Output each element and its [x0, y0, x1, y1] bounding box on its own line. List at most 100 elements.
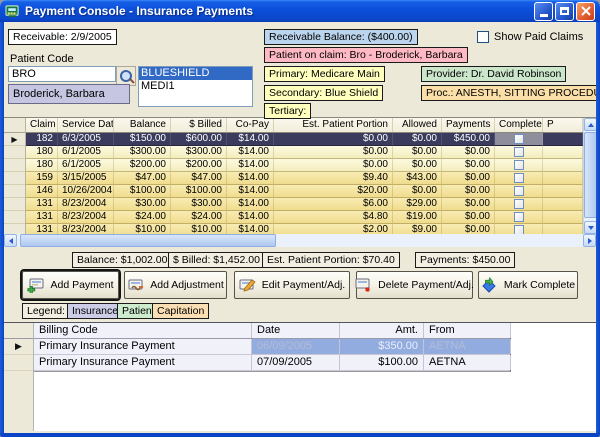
claims-cell: [543, 198, 583, 211]
claims-row-selector-column: ▶: [4, 118, 26, 234]
complete-checkbox[interactable]: [514, 134, 524, 144]
complete-cell: [495, 146, 543, 159]
claims-cell: $19.00: [393, 211, 442, 224]
horizontal-scroll-thumb[interactable]: [20, 234, 276, 247]
claims-cell: $0.00: [442, 172, 495, 185]
payments-column-header[interactable]: Date: [252, 323, 340, 338]
claims-row[interactable]: 1318/23/2004$10.00$10.00$14.00$2.00$9.00…: [26, 224, 583, 234]
complete-cell: [495, 133, 543, 146]
delete-payment-label: Delete Payment/Adj.: [378, 279, 474, 291]
claims-column-header[interactable]: Claim #: [26, 118, 58, 132]
claims-column-header[interactable]: Complete: [495, 118, 543, 132]
legend-label: Legend:: [22, 303, 70, 319]
claims-horizontal-scrollbar[interactable]: [4, 234, 596, 247]
complete-checkbox[interactable]: [514, 212, 524, 222]
patient-code-input[interactable]: [8, 66, 116, 82]
claims-column-header[interactable]: Est. Patient Portion: [274, 118, 393, 132]
add-payment-icon: [27, 277, 44, 293]
close-button[interactable]: [576, 2, 595, 21]
maximize-button[interactable]: [555, 2, 574, 21]
claims-cell: [543, 172, 583, 185]
close-icon: [581, 6, 591, 16]
claims-cell: $47.00: [171, 172, 227, 185]
row-selector[interactable]: ▶: [4, 339, 33, 355]
claims-cell: $20.00: [274, 185, 393, 198]
add-adjustment-button[interactable]: Add Adjustment: [124, 271, 227, 299]
complete-checkbox[interactable]: [514, 225, 524, 234]
claims-column-header[interactable]: Co-Pay: [227, 118, 274, 132]
claims-cell: 6/1/2005: [58, 146, 114, 159]
complete-checkbox[interactable]: [514, 199, 524, 209]
insurance-list-item[interactable]: BLUESHIELD: [139, 67, 252, 80]
payments-cell: 06/09/2005: [252, 339, 340, 354]
row-selector[interactable]: [4, 185, 25, 198]
claims-cell: [543, 185, 583, 198]
payments-row[interactable]: Primary Insurance Payment07/09/2005$100.…: [34, 355, 510, 371]
show-paid-claims-checkbox[interactable]: [477, 31, 489, 43]
claims-column-header[interactable]: Payments: [442, 118, 495, 132]
payments-row[interactable]: Primary Insurance Payment06/09/2005$350.…: [34, 339, 510, 355]
payments-cell: AETNA: [424, 355, 511, 370]
show-paid-claims[interactable]: Show Paid Claims: [477, 31, 583, 43]
row-selector[interactable]: [4, 146, 25, 159]
claims-cell: [543, 159, 583, 172]
claims-cell: $0.00: [442, 159, 495, 172]
claims-cell: $0.00: [393, 159, 442, 172]
delete-payment-button[interactable]: Delete Payment/Adj.: [356, 271, 473, 299]
minimize-icon: [540, 14, 548, 17]
claims-cell: $0.00: [274, 146, 393, 159]
payments-column-header[interactable]: Billing Code: [34, 323, 252, 338]
complete-checkbox[interactable]: [514, 147, 524, 157]
claims-row[interactable]: 1318/23/2004$30.00$30.00$14.00$6.00$29.0…: [26, 198, 583, 211]
payments-column-header[interactable]: Amt.: [340, 323, 424, 338]
claims-column-header[interactable]: Service Date: [58, 118, 114, 132]
minimize-button[interactable]: [534, 2, 553, 21]
claims-column-header[interactable]: $ Billed: [171, 118, 227, 132]
claims-cell: $200.00: [171, 159, 227, 172]
window-frame: [596, 22, 600, 437]
claims-cell: $100.00: [114, 185, 171, 198]
payments-cell: $100.00: [340, 355, 424, 370]
claims-column-header[interactable]: Allowed: [393, 118, 442, 132]
claims-cell: $0.00: [393, 185, 442, 198]
row-selector[interactable]: [4, 172, 25, 185]
claims-row[interactable]: 1826/3/2005$150.00$600.00$14.00$0.00$0.0…: [26, 133, 583, 146]
complete-checkbox[interactable]: [514, 160, 524, 170]
claims-vertical-scrollbar[interactable]: [583, 118, 596, 234]
payments-grid-main: Billing CodeDateAmt.From Primary Insuran…: [34, 323, 511, 372]
claims-column-header[interactable]: Balance: [114, 118, 171, 132]
scroll-left-button[interactable]: [4, 234, 17, 247]
claims-cell: 10/26/2004: [58, 185, 114, 198]
window-title: Payment Console - Insurance Payments: [25, 4, 534, 18]
row-selector[interactable]: ▶: [4, 133, 25, 146]
edit-payment-label: Edit Payment/Adj.: [262, 279, 345, 291]
mark-complete-icon: [481, 277, 498, 293]
row-selector[interactable]: [4, 211, 25, 224]
claims-row[interactable]: 1593/15/2005$47.00$47.00$14.00$9.40$43.0…: [26, 172, 583, 185]
edit-payment-button[interactable]: Edit Payment/Adj.: [234, 271, 350, 299]
row-selector[interactable]: [4, 355, 33, 371]
insurance-listbox[interactable]: BLUESHIELDMEDI1: [138, 66, 253, 107]
claims-row[interactable]: 1806/1/2005$200.00$200.00$14.00$0.00$0.0…: [26, 159, 583, 172]
row-selector[interactable]: [4, 159, 25, 172]
claims-row[interactable]: 1806/1/2005$300.00$300.00$14.00$0.00$0.0…: [26, 146, 583, 159]
complete-checkbox[interactable]: [514, 173, 524, 183]
claims-cell: $4.80: [274, 211, 393, 224]
patient-search-button[interactable]: [116, 66, 136, 86]
titlebar[interactable]: Payment Console - Insurance Payments: [0, 0, 600, 22]
payments-column-header[interactable]: From: [424, 323, 511, 338]
insurance-list-item[interactable]: MEDI1: [139, 80, 252, 93]
legend-capitation: Capitation: [152, 303, 209, 319]
row-selector[interactable]: [4, 198, 25, 211]
mark-complete-button[interactable]: Mark Complete: [478, 271, 578, 299]
complete-checkbox[interactable]: [514, 186, 524, 196]
complete-cell: [495, 198, 543, 211]
claims-column-header[interactable]: P: [543, 118, 583, 132]
scroll-right-button[interactable]: [583, 234, 596, 247]
summary-payments: Payments: $450.00: [415, 252, 515, 268]
claims-cell: 3/15/2005: [58, 172, 114, 185]
patient-on-claim-label: Patient on claim: Bro - Broderick, Barba…: [264, 47, 468, 63]
add-payment-button[interactable]: Add Payment: [22, 271, 119, 299]
claims-row[interactable]: 1318/23/2004$24.00$24.00$14.00$4.80$19.0…: [26, 211, 583, 224]
claims-row[interactable]: 14610/26/2004$100.00$100.00$14.00$20.00$…: [26, 185, 583, 198]
